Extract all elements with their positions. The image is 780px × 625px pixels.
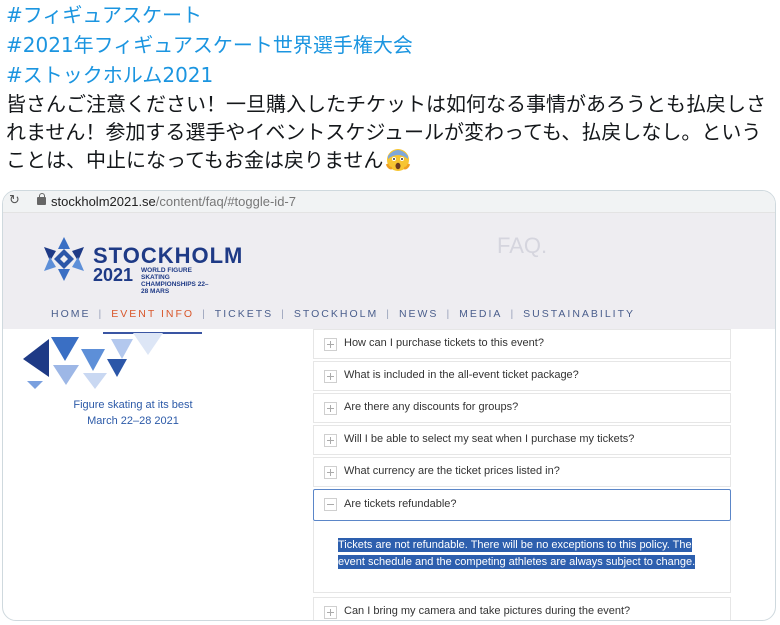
hashtag-stockholm[interactable]: #ストックホルム2021 <box>6 62 213 88</box>
main-nav: HOME | EVENT INFO | TICKETS | STOCKHOLM | NE… <box>43 299 643 334</box>
brand-year: 2021 <box>93 265 134 285</box>
minus-icon <box>324 498 337 511</box>
hashtag-figure-skating[interactable]: #フィギュアスケート <box>6 2 202 28</box>
hashtag-world-championships[interactable]: #2021年フィギュアスケート世界選手権大会 <box>6 32 413 58</box>
nav-item-media[interactable]: MEDIA <box>451 308 510 320</box>
lock-icon <box>37 193 46 205</box>
plus-icon <box>324 370 337 383</box>
faq-answer-panel: Tickets are not refundable. There will b… <box>313 521 731 593</box>
reload-icon[interactable]: ↻ <box>9 193 20 208</box>
plus-icon <box>324 434 337 447</box>
faq-question: What currency are the ticket prices list… <box>344 465 560 477</box>
url-domain: stockholm2021.se <box>51 194 156 209</box>
tagline: Figure skating at its best March 22–28 2… <box>33 397 233 429</box>
nav-item-news[interactable]: NEWS <box>391 308 447 320</box>
faq-question: Will I be able to select my seat when I … <box>344 433 635 445</box>
page-title: FAQ. <box>497 233 548 258</box>
faq-item[interactable]: How can I purchase tickets to this event… <box>313 329 731 359</box>
plus-icon <box>324 606 337 619</box>
site-header: STOCKHOLM 2021 WORLD FIGURE SKATING CHAM… <box>3 213 775 334</box>
brand-name: STOCKHOLM <box>93 243 244 268</box>
faq-item[interactable]: Are there any discounts for groups? <box>313 393 731 423</box>
decorative-triangles <box>23 333 163 389</box>
faq-item[interactable]: Will I be able to select my seat when I … <box>313 425 731 455</box>
faq-answer-highlight: Tickets are not refundable. There will b… <box>338 538 696 569</box>
url-text[interactable]: stockholm2021.se/content/faq/#toggle-id-… <box>51 194 296 209</box>
nav-item-stockholm[interactable]: STOCKHOLM <box>286 308 386 320</box>
browser-address-bar[interactable]: ↻ stockholm2021.se/content/faq/#toggle-i… <box>3 191 775 213</box>
faq-answer-text: Tickets are not refundable. There will b… <box>338 537 698 571</box>
screaming-face-emoji-icon <box>386 149 411 171</box>
plus-icon <box>324 466 337 479</box>
nav-item-event-info[interactable]: EVENT INFO <box>103 308 202 334</box>
faq-question: Are tickets refundable? <box>344 498 457 510</box>
faq-question: Can I bring my camera and take pictures … <box>344 605 631 617</box>
faq-question: How can I purchase tickets to this event… <box>344 337 544 349</box>
embedded-screenshot: ↻ stockholm2021.se/content/faq/#toggle-i… <box>2 190 776 621</box>
tagline-dates: March 22–28 2021 <box>87 415 179 427</box>
brand-subtitle: WORLD FIGURE SKATING CHAMPIONSHIPS 22–28… <box>141 267 209 295</box>
faq-question: What is included in the all-event ticket… <box>344 369 579 381</box>
faq-question: Are there any discounts for groups? <box>344 401 519 413</box>
faq-item[interactable]: What is included in the all-event ticket… <box>313 361 731 391</box>
tagline-title: Figure skating at its best <box>73 399 193 411</box>
faq-item[interactable]: What currency are the ticket prices list… <box>313 457 731 487</box>
faq-item[interactable]: Can I bring my camera and take pictures … <box>313 597 731 620</box>
plus-icon <box>324 402 337 415</box>
plus-icon <box>324 338 337 351</box>
tweet-body: 皆さんご注意ください！一旦購入したチケットは如何なる事情があろうとも払戻しされま… <box>6 90 776 174</box>
nav-item-tickets[interactable]: TICKETS <box>207 308 281 320</box>
nav-item-home[interactable]: HOME <box>43 308 99 320</box>
faq-item-open[interactable]: Are tickets refundable? <box>313 489 731 521</box>
url-path: /content/faq/#toggle-id-7 <box>155 194 296 209</box>
nav-item-sustainability[interactable]: SUSTAINABILITY <box>515 308 643 320</box>
snowflake-logo-icon[interactable] <box>39 235 89 283</box>
